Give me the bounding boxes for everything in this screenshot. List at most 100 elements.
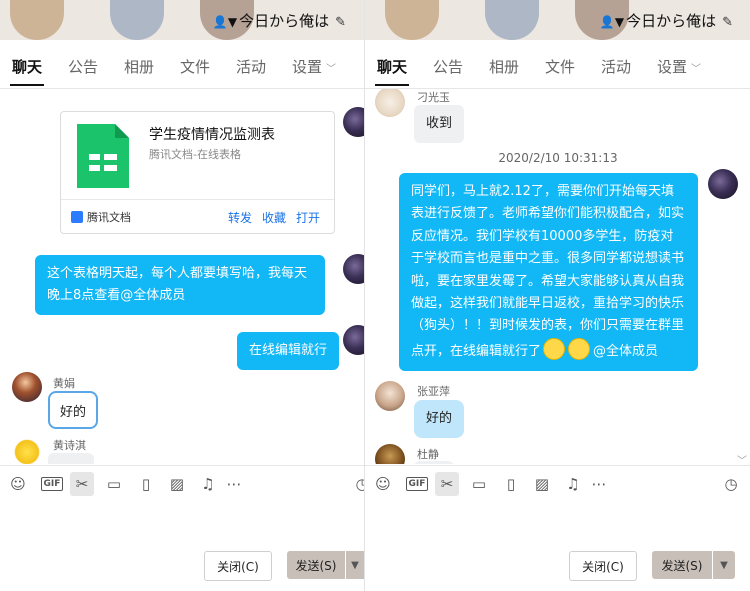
- close-button[interactable]: 关闭(C): [569, 551, 637, 581]
- clock-icon[interactable]: ◷: [350, 472, 364, 496]
- edit-pencil-icon[interactable]: ✎: [335, 15, 346, 30]
- group-members-icon: 👤▼: [599, 15, 625, 29]
- sender-name: 杜静: [417, 448, 439, 461]
- message-text: 同学们，马上就2.12了，需要你们开始每天填表进行反馈了。老师希望你们能积极配合…: [411, 184, 685, 359]
- left-chat-window: 👤▼ 今日から俺は ✎ 聊天 公告 相册 文件 活动 设置 ﹀ 学生疫情情况监测表 腾…: [0, 0, 364, 591]
- send-options-dropdown[interactable]: ▼: [713, 551, 735, 579]
- sender-name: 张亚萍: [417, 385, 450, 398]
- tab-files[interactable]: 文件: [545, 56, 575, 77]
- smile-emoji-icon: [543, 337, 566, 360]
- tab-album[interactable]: 相册: [489, 56, 519, 77]
- doc-actions: 转发 收藏 打开: [218, 209, 320, 226]
- bell-off-icon[interactable]: ♫: [561, 472, 585, 496]
- smile-icon[interactable]: ☺: [371, 472, 395, 496]
- tencent-docs-icon: [71, 211, 83, 223]
- send-button[interactable]: 发送(S): [287, 551, 345, 579]
- spreadsheet-icon: [77, 124, 129, 188]
- sender-name: 黄诗淇: [53, 439, 86, 452]
- bell-off-icon[interactable]: ♫: [196, 472, 220, 496]
- message-bubble[interactable]: 收到: [414, 105, 465, 143]
- tab-chat[interactable]: 聊天: [9, 56, 45, 86]
- scissors-icon[interactable]: ✂: [435, 472, 459, 496]
- tab-album[interactable]: 相册: [124, 56, 154, 77]
- sender-name: 黄娟: [53, 377, 75, 390]
- tab-settings[interactable]: 设置 ﹀: [292, 56, 336, 77]
- gif-icon[interactable]: GIF: [38, 472, 66, 496]
- sender-name: 刁光玉: [417, 91, 450, 104]
- avatar[interactable]: [343, 107, 364, 137]
- sticker-message[interactable]: 好的: [414, 400, 465, 438]
- sticker-message[interactable]: 好的: [48, 391, 98, 429]
- avatar[interactable]: [708, 169, 738, 199]
- image-icon[interactable]: ▨: [530, 472, 554, 496]
- clock-icon[interactable]: ◷: [719, 472, 743, 496]
- message-bubble[interactable]: 同学们，马上就2.12了，需要你们开始每天填表进行反馈了。老师希望你们能积极配合…: [399, 173, 698, 372]
- group-title: 👤▼ 今日から俺は ✎: [212, 12, 346, 30]
- tab-chat[interactable]: 聊天: [374, 56, 410, 86]
- message-list[interactable]: 刁光玉 收到 2020/2/10 10:31:13 同学们，马上就2.12了，需…: [365, 89, 750, 464]
- image-icon[interactable]: ▨: [165, 472, 189, 496]
- close-button[interactable]: 关闭(C): [204, 551, 272, 581]
- doc-subtitle: 腾讯文档-在线表格: [149, 148, 241, 161]
- more-icon[interactable]: ⋯: [587, 472, 611, 496]
- tab-files[interactable]: 文件: [180, 56, 210, 77]
- message-bubble[interactable]: [414, 461, 454, 464]
- favorite-link[interactable]: 收藏: [262, 211, 286, 225]
- edit-pencil-icon[interactable]: ✎: [722, 15, 733, 30]
- banner-decoration: [10, 0, 64, 40]
- smile-icon[interactable]: ☺: [6, 472, 30, 496]
- input-toolbar: ☺ GIF ✂ ▭ ▯ ▨ ♫ ⋯ ◷: [0, 465, 364, 502]
- group-banner: 👤▼ 今日から俺は ✎: [0, 0, 364, 40]
- avatar[interactable]: [343, 325, 364, 355]
- banner-decoration: [385, 0, 439, 40]
- avatar[interactable]: [375, 89, 405, 117]
- folder-icon[interactable]: ▭: [467, 472, 491, 496]
- tab-activity[interactable]: 活动: [601, 56, 631, 77]
- folder-icon[interactable]: ▭: [102, 472, 126, 496]
- gif-icon[interactable]: GIF: [403, 472, 431, 496]
- tab-settings[interactable]: 设置 ﹀: [657, 56, 701, 77]
- doc-title: 学生疫情情况监测表: [149, 127, 275, 143]
- avatar[interactable]: [375, 381, 405, 411]
- forward-link[interactable]: 转发: [228, 211, 252, 225]
- right-chat-window: 👤▼今日から俺は✎ 聊天 公告 相册 文件 活动 设置﹀ ︿ 刁光玉 收到 20…: [364, 0, 750, 591]
- banner-decoration: [485, 0, 539, 40]
- send-button[interactable]: 发送(S): [652, 551, 712, 579]
- message-input[interactable]: 关闭(C) 发送(S) ▼: [0, 501, 364, 591]
- tab-activity[interactable]: 活动: [236, 56, 266, 77]
- avatar[interactable]: [375, 444, 405, 464]
- open-link[interactable]: 打开: [296, 211, 320, 225]
- avatar[interactable]: [12, 437, 42, 464]
- doc-card-footer: 腾讯文档 转发 收藏 打开: [61, 199, 334, 234]
- chevron-down-icon: ▼: [720, 559, 728, 571]
- group-title: 👤▼ 今日から俺は ✎: [599, 12, 733, 30]
- message-bubble[interactable]: 在线编辑就行: [237, 332, 340, 370]
- tab-bar: 聊天 公告 相册 文件 活动 设置 ﹀: [0, 40, 364, 89]
- avatar[interactable]: [343, 254, 364, 284]
- sticker-text: 好的: [60, 405, 87, 420]
- scissors-icon[interactable]: ✂: [70, 472, 94, 496]
- tablet-icon[interactable]: ▯: [134, 472, 158, 496]
- chevron-down-icon: ﹀: [691, 64, 702, 75]
- message-timestamp: 2020/2/10 10:31:13: [498, 151, 618, 165]
- banner-decoration: [110, 0, 164, 40]
- tab-announcement[interactable]: 公告: [68, 56, 98, 77]
- tablet-icon[interactable]: ▯: [499, 472, 523, 496]
- message-bubble[interactable]: 这个表格明天起，每个人都要填写哈，我每天晚上8点查看@全体成员: [35, 255, 325, 315]
- send-options-dropdown[interactable]: ▼: [346, 551, 364, 579]
- tab-announcement[interactable]: 公告: [433, 56, 463, 77]
- smile-emoji-icon: [568, 337, 591, 360]
- message-list[interactable]: 学生疫情情况监测表 腾讯文档-在线表格 腾讯文档 转发 收藏 打开 这个表格明天起，…: [0, 89, 364, 464]
- mention-all: @全体成员: [593, 343, 659, 359]
- message-input[interactable]: 关闭(C) 发送(S) ▼: [365, 501, 750, 591]
- input-toolbar: ☺ GIF ✂ ▭ ▯ ▨ ♫ ⋯ ◷: [365, 465, 750, 502]
- group-banner: 👤▼ 今日から俺は ✎: [365, 0, 750, 40]
- more-icon[interactable]: ⋯: [222, 472, 246, 496]
- group-members-icon: 👤▼: [212, 15, 238, 29]
- tab-bar: 聊天 公告 相册 文件 活动 设置 ﹀: [365, 40, 750, 89]
- tencent-docs-brand: 腾讯文档: [71, 209, 131, 225]
- shared-doc-card[interactable]: 学生疫情情况监测表 腾讯文档-在线表格 腾讯文档 转发 收藏 打开: [60, 111, 335, 234]
- chevron-down-icon: ﹀: [326, 64, 337, 75]
- avatar[interactable]: [12, 372, 42, 402]
- message-bubble[interactable]: [48, 453, 94, 464]
